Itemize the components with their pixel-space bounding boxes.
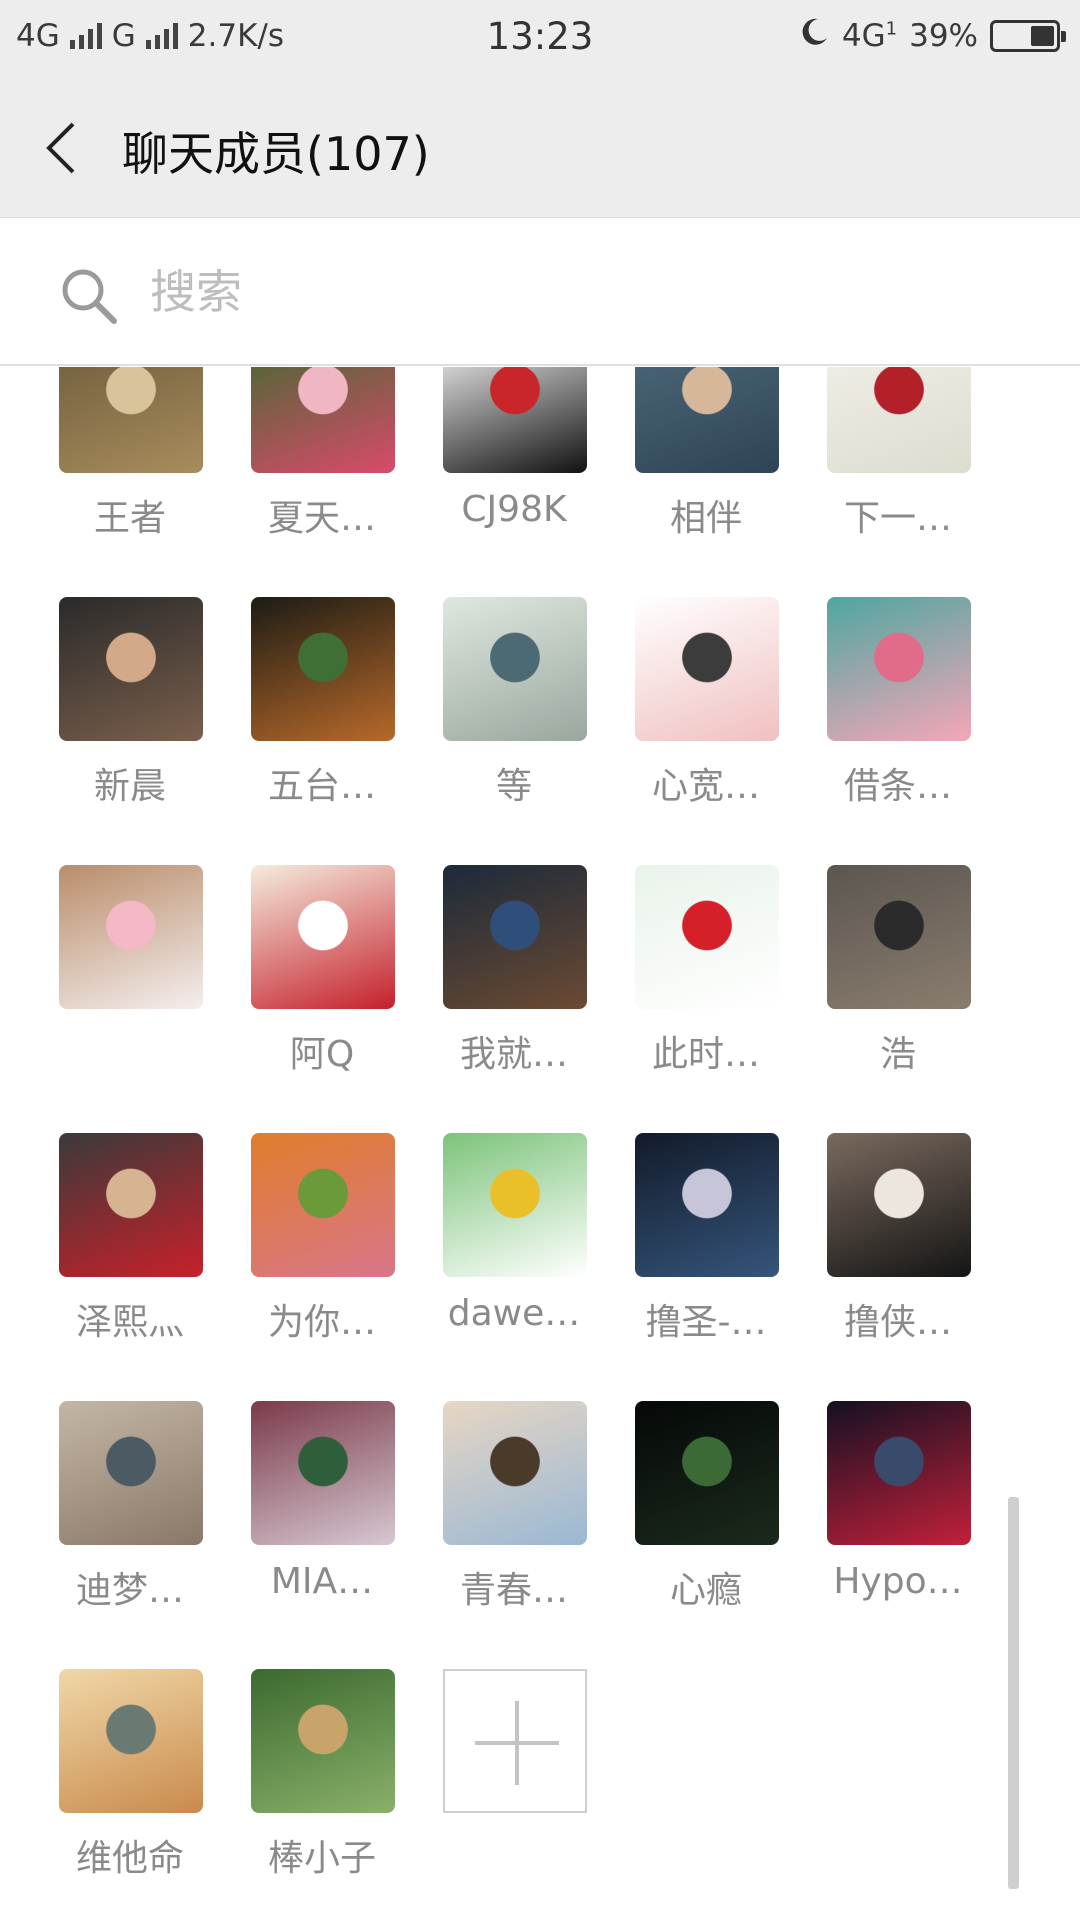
member-item[interactable]: 此时… [610,865,802,1095]
member-item[interactable]: 夏天… [226,367,418,559]
member-item[interactable]: 相伴 [610,367,802,559]
member-avatar[interactable] [59,597,203,741]
member-item[interactable]: 借条… [802,597,994,827]
member-avatar[interactable] [59,1401,203,1545]
member-avatar[interactable] [59,367,203,473]
member-avatar[interactable] [251,865,395,1009]
member-name: 夏天… [267,498,376,539]
member-name: 新晨 [93,766,166,807]
member-item[interactable]: 心宽… [610,597,802,827]
member-item[interactable]: 我就… [418,865,610,1095]
member-avatar[interactable] [59,1669,203,1813]
member-avatar[interactable] [635,1401,779,1545]
member-name: 等 [495,766,532,807]
member-avatar[interactable] [827,367,971,473]
member-item[interactable]: MIA… [226,1401,418,1631]
title-bar: 聊天成员(107) [0,76,1080,218]
member-name: Hypo… [833,1561,963,1602]
member-name: MIA… [270,1561,374,1602]
member-item[interactable]: 浩 [802,865,994,1095]
member-item[interactable]: dawe… [418,1133,610,1363]
member-avatar[interactable] [635,865,779,1009]
member-avatar[interactable] [443,865,587,1009]
status-right: 4G1 39% [798,16,1066,56]
member-name: 撸圣-… [645,1302,767,1343]
search-icon [62,269,117,324]
member-avatar[interactable] [827,1401,971,1545]
member-name: 泽熙灬 [75,1302,184,1343]
member-item[interactable]: 青春… [418,1401,610,1631]
member-item[interactable]: 棒小子 [226,1669,418,1899]
member-name: 我就… [459,1034,568,1075]
member-item[interactable]: 撸侠… [802,1133,994,1363]
member-item[interactable]: Hypo… [802,1401,994,1631]
member-name: 借条… [843,766,952,807]
member-avatar[interactable] [251,597,395,741]
plus-icon [443,1669,587,1813]
member-item[interactable]: 等 [418,597,610,827]
member-item[interactable] [34,865,226,1095]
member-name: 迪梦… [75,1570,184,1611]
member-avatar[interactable] [443,1401,587,1545]
member-avatar[interactable] [635,597,779,741]
member-item[interactable]: 维他命 [34,1669,226,1899]
member-avatar[interactable] [635,1133,779,1277]
member-item[interactable]: 撸圣-… [610,1133,802,1363]
member-name: 阿Q [289,1034,355,1075]
member-name: 王者 [93,498,166,539]
member-avatar[interactable] [443,1133,587,1277]
member-name: 浩 [879,1034,916,1075]
member-item[interactable]: 阿Q [226,865,418,1095]
member-name: 青春… [459,1570,568,1611]
member-avatar[interactable] [443,597,587,741]
member-avatar[interactable] [443,367,587,473]
member-avatar[interactable] [251,367,395,473]
add-member-button[interactable] [418,1669,610,1899]
member-item[interactable]: 五台… [226,597,418,827]
member-avatar[interactable] [251,1669,395,1813]
member-item[interactable]: CJ98K [418,367,610,559]
member-item[interactable]: 迪梦… [34,1401,226,1631]
status-bar: 4G G 2.7K/s 13:23 4G1 39% [0,0,1080,76]
moon-icon [798,16,830,56]
battery-icon [990,20,1066,52]
member-avatar[interactable] [59,865,203,1009]
member-name: 下一… [843,498,952,539]
member-name: 五台… [267,766,376,807]
member-name: 心瘾 [669,1570,742,1611]
member-item[interactable]: 下一… [802,367,994,559]
member-avatar[interactable] [635,367,779,473]
member-grid: 王者 夏天… CJ98K 相伴 下一… 新晨 五台… 等 心宽… 借条… 阿Q 我就… 此时… 浩泽熙灬 为… [0,367,1080,1920]
battery-percent: 39% [909,18,978,54]
member-avatar[interactable] [827,1133,971,1277]
member-avatar[interactable] [251,1401,395,1545]
member-name: 维他命 [75,1838,184,1879]
search-input[interactable] [150,257,1030,327]
member-avatar[interactable] [827,865,971,1009]
member-item[interactable]: 心瘾 [610,1401,802,1631]
member-name: CJ98K [461,489,567,530]
member-avatar[interactable] [827,597,971,741]
network-type-3: 4G1 [841,18,898,54]
member-name: 心宽… [651,766,760,807]
member-name: dawe… [447,1293,581,1334]
member-name: 此时… [651,1034,760,1075]
chevron-left-icon [46,122,75,174]
member-item[interactable]: 王者 [34,367,226,559]
member-name: 棒小子 [267,1838,376,1879]
page-title: 聊天成员(107) [122,127,430,181]
member-avatar[interactable] [251,1133,395,1277]
member-name: 撸侠… [843,1302,952,1343]
member-item[interactable]: 新晨 [34,597,226,827]
member-name: 为你… [267,1302,376,1343]
back-button[interactable] [26,110,96,186]
member-item[interactable]: 泽熙灬 [34,1133,226,1363]
scrollbar[interactable] [1008,1497,1019,1889]
member-name: 相伴 [669,498,742,539]
member-avatar[interactable] [59,1133,203,1277]
search-bar [0,219,1080,366]
member-item[interactable]: 为你… [226,1133,418,1363]
